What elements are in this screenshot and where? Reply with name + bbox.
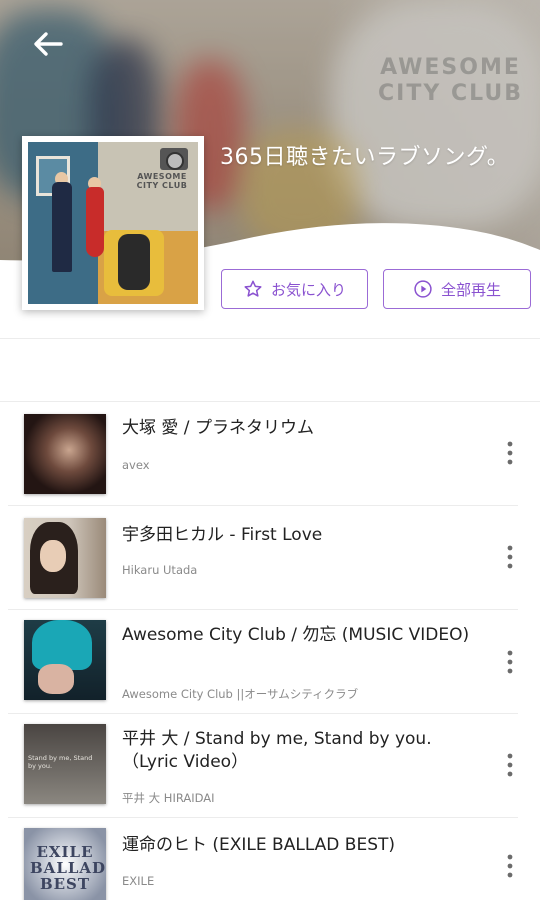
more-options-button[interactable] bbox=[494, 745, 526, 785]
more-vert-icon bbox=[507, 854, 513, 878]
track-title: 運命のヒト (EXILE BALLAD BEST) bbox=[122, 835, 396, 855]
divider bbox=[0, 338, 540, 339]
track-title: 宇多田ヒカル - First Love bbox=[122, 525, 323, 545]
track-row[interactable]: EXILE BALLAD BEST 運命のヒト (EXILE BALLAD BE… bbox=[0, 818, 540, 900]
track-title: 大塚 愛 / プラネタリウム bbox=[122, 418, 314, 438]
track-title: Awesome City Club / 勿忘 (MUSIC VIDEO) bbox=[122, 625, 470, 645]
playlist-artwork: AWESOME CITY CLUB bbox=[22, 136, 204, 310]
back-button[interactable] bbox=[26, 22, 70, 66]
track-thumbnail bbox=[24, 414, 106, 494]
track-thumbnail: EXILE BALLAD BEST bbox=[24, 828, 106, 900]
thumbnail-caption: EXILE BALLAD BEST bbox=[30, 843, 106, 893]
more-options-button[interactable] bbox=[494, 433, 526, 473]
track-artist: avex bbox=[122, 458, 150, 472]
more-options-button[interactable] bbox=[494, 537, 526, 577]
arrow-left-icon bbox=[34, 32, 63, 56]
more-options-button[interactable] bbox=[494, 846, 526, 886]
track-title: 平井 大 / Stand by me, Stand by you.（Lyric … bbox=[122, 729, 432, 772]
track-row[interactable]: Awesome City Club / 勿忘 (MUSIC VIDEO) Awe… bbox=[0, 610, 540, 714]
track-thumbnail: Stand by me, Stand by you. bbox=[24, 724, 106, 804]
play-all-button[interactable]: 全部再生 bbox=[383, 269, 531, 309]
track-artist: 平井 大 HIRAIDAI bbox=[122, 791, 215, 805]
more-vert-icon bbox=[507, 441, 513, 465]
favorite-label: お気に入り bbox=[270, 280, 346, 299]
track-row[interactable]: 大塚 愛 / プラネタリウム avex bbox=[0, 402, 540, 506]
playlist-title: 365日聴きたいラブソング。 bbox=[220, 145, 510, 170]
artwork-logo: AWESOME CITY CLUB bbox=[136, 172, 188, 190]
more-vert-icon bbox=[507, 545, 513, 569]
track-thumbnail bbox=[24, 518, 106, 598]
track-artist: Awesome City Club ||オーサムシティクラブ bbox=[122, 687, 359, 701]
thumbnail-caption: Stand by me, Stand by you. bbox=[28, 754, 93, 770]
more-vert-icon bbox=[507, 753, 513, 777]
favorite-button[interactable]: お気に入り bbox=[221, 269, 368, 309]
track-row[interactable]: 宇多田ヒカル - First Love Hikaru Utada bbox=[0, 506, 540, 610]
more-options-button[interactable] bbox=[494, 642, 526, 682]
track-artist: Hikaru Utada bbox=[122, 563, 198, 577]
play-all-label: 全部再生 bbox=[440, 280, 501, 299]
camera-icon bbox=[160, 148, 188, 170]
track-artist: EXILE bbox=[122, 874, 155, 888]
star-icon bbox=[244, 280, 262, 297]
track-row[interactable]: Stand by me, Stand by you. 平井 大 / Stand … bbox=[0, 714, 540, 818]
more-vert-icon bbox=[507, 650, 513, 674]
track-thumbnail bbox=[24, 620, 106, 700]
play-circle-icon bbox=[414, 280, 432, 298]
